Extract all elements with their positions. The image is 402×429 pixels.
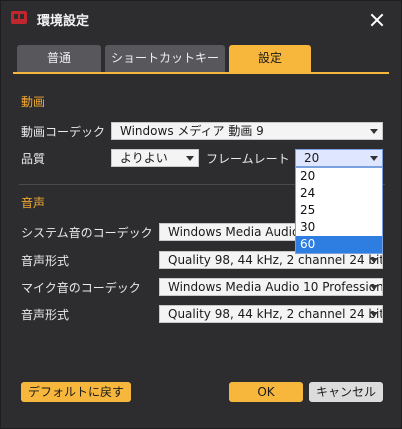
framerate-option[interactable]: 25 (296, 202, 382, 219)
settings-dialog: 環境設定 普通 ショートカットキー 設定 動画 動画コーデック Windows … (0, 0, 402, 429)
title-bar: 環境設定 (1, 1, 401, 37)
video-codec-value: Windows メディア 動画 9 (120, 124, 264, 138)
framerate-dropdown-list: 20 24 25 30 60 (295, 167, 383, 254)
cancel-button[interactable]: キャンセル (309, 382, 383, 402)
app-logo-icon (11, 11, 27, 24)
quality-value: よりよい (120, 151, 168, 165)
framerate-option[interactable]: 24 (296, 185, 382, 202)
window-title: 環境設定 (37, 14, 90, 29)
framerate-value: 20 (304, 151, 320, 165)
chevron-down-icon (186, 156, 194, 161)
mic-audio-format-label: 音声形式 (21, 308, 70, 322)
close-icon[interactable] (365, 9, 389, 33)
mic-audio-codec-select[interactable]: Windows Media Audio 10 Professional (159, 278, 383, 296)
framerate-option[interactable]: 20 (296, 168, 382, 185)
mic-audio-codec-value: Windows Media Audio 10 Professional (168, 280, 383, 294)
mic-audio-codec-label: マイク音のコーデック (21, 281, 141, 295)
chevron-down-icon (370, 129, 378, 134)
audio-section-title: 音声 (21, 196, 46, 210)
restore-defaults-button[interactable]: デフォルトに戻す (21, 382, 131, 402)
chevron-down-icon (370, 258, 378, 263)
video-section-title: 動画 (21, 95, 46, 109)
mic-audio-format-value: Quality 98, 44 kHz, 2 channel 24 bit (168, 307, 383, 321)
system-audio-codec-label: システム音のコーデック (21, 226, 153, 240)
chevron-down-icon (370, 156, 378, 161)
system-audio-format-label: 音声形式 (21, 254, 70, 268)
system-audio-format-value: Quality 98, 44 kHz, 2 channel 24 bit (168, 253, 383, 267)
chevron-down-icon (370, 312, 378, 317)
mic-audio-format-select[interactable]: Quality 98, 44 kHz, 2 channel 24 bit (159, 305, 383, 323)
framerate-option-highlighted[interactable]: 60 (296, 236, 382, 253)
framerate-select[interactable]: 20 (295, 149, 383, 167)
framerate-option[interactable]: 30 (296, 219, 382, 236)
quality-select[interactable]: よりよい (111, 149, 199, 167)
quality-label: 品質 (21, 152, 46, 166)
video-codec-select[interactable]: Windows メディア 動画 9 (111, 122, 383, 140)
tab-general[interactable]: 普通 (17, 45, 101, 72)
tab-shortcut-keys[interactable]: ショートカットキー (105, 45, 225, 72)
tab-underline (13, 72, 389, 74)
video-codec-label: 動画コーデック (21, 125, 106, 139)
chevron-down-icon (370, 285, 378, 290)
framerate-label: フレームレート (206, 152, 290, 166)
tab-settings[interactable]: 設定 (229, 45, 311, 72)
ok-button[interactable]: OK (229, 382, 303, 402)
